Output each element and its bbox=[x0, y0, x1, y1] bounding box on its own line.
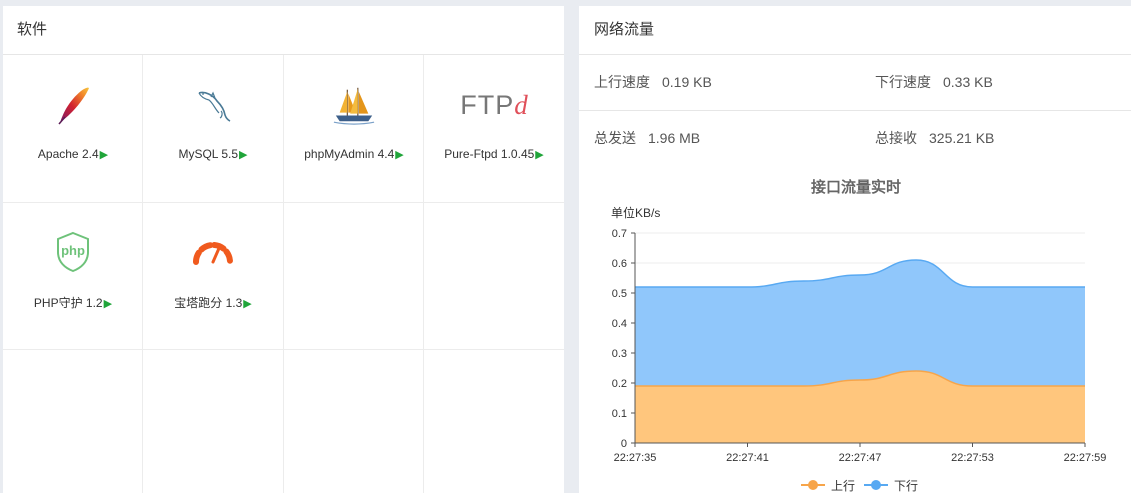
software-item-pure-ftpd[interactable]: FTP d Pure-Ftpd 1.0.45▶ bbox=[424, 55, 564, 201]
up-speed-label: 上行速度 bbox=[594, 74, 650, 90]
y-tick-label: 0.5 bbox=[612, 288, 627, 300]
software-item-apache[interactable]: Apache 2.4▶ bbox=[3, 55, 143, 201]
software-item-php-guard[interactable]: php PHP守护 1.2▶ bbox=[3, 202, 143, 348]
total-sent-stat: 总发送 1.96 MB bbox=[594, 111, 700, 166]
software-panel-title: 软件 bbox=[3, 6, 564, 55]
y-tick-label: 0.3 bbox=[612, 348, 627, 360]
network-panel: 网络流量 上行速度 0.19 KB 下行速度 0.33 KB 总发送 1.96 MB … bbox=[579, 6, 1131, 493]
x-tick-label: 22:27:53 bbox=[951, 452, 994, 464]
down-speed-stat: 下行速度 0.33 KB bbox=[875, 55, 993, 110]
network-panel-title: 网络流量 bbox=[579, 6, 1131, 55]
speedometer-icon bbox=[191, 230, 235, 274]
software-grid: Apache 2.4▶ MySQL 5.5▶ phpMyAdmin 4.4▶ F… bbox=[3, 55, 564, 493]
apache-feather-icon bbox=[51, 83, 95, 127]
y-tick-label: 0.1 bbox=[612, 408, 627, 420]
series-area-download bbox=[635, 260, 1085, 386]
y-tick-label: 0 bbox=[621, 438, 627, 450]
play-icon[interactable]: ▶ bbox=[239, 149, 247, 161]
traffic-chart: 接口流量实时单位KB/s 0 0.1 0.2 0.3 0.4 0.5 0.6 0.7 22:27:… bbox=[611, 178, 1107, 493]
up-speed-stat: 上行速度 0.19 KB bbox=[594, 55, 712, 110]
play-icon[interactable]: ▶ bbox=[100, 149, 108, 161]
y-tick-label: 0.6 bbox=[612, 258, 627, 270]
play-icon[interactable]: ▶ bbox=[395, 149, 403, 161]
software-panel: 软件 Apache 2.4▶ MySQL 5.5▶ phpMyAdmin 4.4… bbox=[3, 6, 564, 493]
software-item-mysql[interactable]: MySQL 5.5▶ bbox=[143, 55, 283, 201]
software-name: phpMyAdmin 4.4 bbox=[304, 147, 395, 161]
x-tick-label: 22:27:47 bbox=[839, 452, 882, 464]
php-shield-icon: php bbox=[51, 230, 95, 274]
x-tick-label: 22:27:59 bbox=[1064, 452, 1107, 464]
software-name: PHP守护 1.2 bbox=[33, 296, 103, 310]
y-tick-label: 0.7 bbox=[612, 228, 627, 240]
y-tick-label: 0.2 bbox=[612, 378, 627, 390]
play-icon[interactable]: ▶ bbox=[243, 298, 251, 310]
ftp-logo-d: d bbox=[514, 89, 528, 120]
total-recv-label: 总接收 bbox=[875, 130, 917, 146]
ftp-logo-text: FTP bbox=[460, 89, 515, 120]
legend-item-download-label[interactable]: 下行 bbox=[894, 479, 918, 493]
software-name: Apache 2.4 bbox=[37, 147, 99, 161]
play-icon[interactable]: ▶ bbox=[535, 149, 543, 161]
x-tick-label: 22:27:35 bbox=[614, 452, 657, 464]
x-tick-label: 22:27:41 bbox=[726, 452, 769, 464]
speed-row: 上行速度 0.19 KB 下行速度 0.33 KB bbox=[579, 55, 1131, 110]
software-name: Pure-Ftpd 1.0.45 bbox=[444, 147, 535, 161]
total-recv-stat: 总接收 325.21 KB bbox=[875, 111, 994, 166]
total-row: 总发送 1.96 MB 总接收 325.21 KB bbox=[579, 111, 1131, 166]
software-name: MySQL 5.5 bbox=[178, 147, 239, 161]
legend-item-upload-marker[interactable] bbox=[808, 480, 818, 490]
up-speed-value: 0.19 KB bbox=[662, 74, 712, 90]
software-item-benchmark[interactable]: 宝塔跑分 1.3▶ bbox=[143, 202, 283, 348]
ftpd-logo-icon: FTP d bbox=[459, 83, 529, 127]
legend-item-upload-label[interactable]: 上行 bbox=[831, 479, 855, 493]
y-tick-label: 0.4 bbox=[612, 318, 627, 330]
phpmyadmin-ship-icon bbox=[332, 83, 376, 127]
down-speed-value: 0.33 KB bbox=[943, 74, 993, 90]
down-speed-label: 下行速度 bbox=[875, 74, 931, 90]
play-icon[interactable]: ▶ bbox=[104, 298, 112, 310]
grid-divider bbox=[3, 349, 564, 350]
chart-title: 接口流量实时 bbox=[811, 178, 901, 196]
legend-item-download-marker[interactable] bbox=[871, 480, 881, 490]
mysql-dolphin-icon bbox=[191, 83, 235, 127]
total-sent-value: 1.96 MB bbox=[648, 130, 701, 146]
total-sent-label: 总发送 bbox=[594, 130, 636, 146]
total-recv-value: 325.21 KB bbox=[929, 130, 995, 146]
y-axis-label: 单位KB/s bbox=[611, 205, 660, 220]
software-name: 宝塔跑分 1.3 bbox=[174, 296, 243, 310]
software-item-phpmyadmin[interactable]: phpMyAdmin 4.4▶ bbox=[284, 55, 424, 201]
php-logo-text: php bbox=[61, 242, 85, 258]
